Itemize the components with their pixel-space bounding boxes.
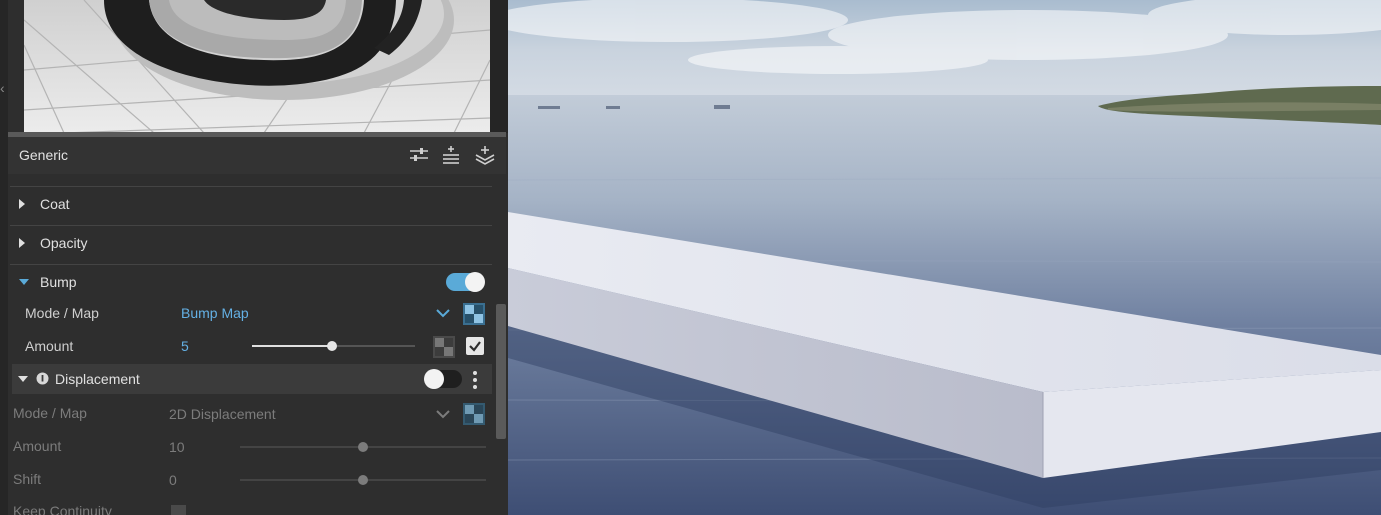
chevron-down-icon[interactable] <box>436 306 450 324</box>
bump-enable-toggle[interactable] <box>446 272 485 292</box>
info-icon[interactable] <box>36 372 49 390</box>
expand-arrow-icon[interactable] <box>19 238 25 248</box>
bump-map-button[interactable] <box>463 303 485 325</box>
section-opacity-label: Opacity <box>40 235 88 251</box>
add-stack-icon[interactable] <box>474 145 496 165</box>
section-bump-label: Bump <box>40 274 77 290</box>
displacement-amount-slider[interactable] <box>240 442 486 452</box>
add-layer-list-icon[interactable] <box>440 145 462 165</box>
slider-handle[interactable] <box>358 442 368 452</box>
keep-continuity-label: Keep Continuity <box>13 503 112 515</box>
render-viewport[interactable] <box>508 0 1381 515</box>
chevron-down-icon[interactable] <box>436 407 450 425</box>
keep-continuity-checkbox[interactable] <box>171 505 186 515</box>
material-name: Generic <box>19 147 69 163</box>
adjust-sliders-icon[interactable] <box>408 145 430 165</box>
displacement-shift-value[interactable]: 0 <box>169 472 177 488</box>
displacement-enable-toggle[interactable] <box>424 369 462 389</box>
section-displacement-label: Displacement <box>55 371 140 387</box>
displacement-map-button[interactable] <box>463 403 485 425</box>
collapse-panel-icon[interactable]: ‹ <box>0 78 8 98</box>
displacement-mode-label: Mode / Map <box>13 405 87 421</box>
more-options-icon[interactable] <box>471 370 479 395</box>
displacement-amount-label: Amount <box>13 438 62 454</box>
slider-handle[interactable] <box>358 475 368 485</box>
displacement-shift-label: Shift <box>13 471 42 487</box>
expand-arrow-icon[interactable] <box>19 199 25 209</box>
section-displacement[interactable]: Displacement <box>12 364 492 394</box>
bump-mode-label: Mode / Map <box>25 305 99 321</box>
bump-amount-slider[interactable] <box>252 341 415 351</box>
displacement-amount-value[interactable]: 10 <box>169 439 185 455</box>
collapse-arrow-icon[interactable] <box>19 279 29 285</box>
displacement-mode-dropdown[interactable]: 2D Displacement <box>169 406 276 422</box>
displacement-shift-slider[interactable] <box>240 475 486 485</box>
bump-texture-button[interactable] <box>433 336 455 358</box>
bump-amount-label: Amount <box>25 338 74 354</box>
bump-use-checkbox[interactable] <box>466 337 484 355</box>
material-editor-panel: ‹ Generic Coat Opacity Bump Mode / Map B… <box>0 0 508 515</box>
bump-amount-value[interactable]: 5 <box>181 338 189 354</box>
collapse-arrow-icon[interactable] <box>18 376 28 382</box>
section-coat[interactable]: Coat <box>10 186 492 224</box>
preview-side-bar <box>490 0 508 133</box>
bump-mode-dropdown[interactable]: Bump Map <box>181 305 249 321</box>
section-coat-label: Coat <box>40 196 70 212</box>
material-preview-image <box>24 0 490 133</box>
section-opacity[interactable]: Opacity <box>10 225 492 263</box>
material-header: Generic <box>8 137 506 174</box>
section-bump[interactable]: Bump <box>10 264 492 302</box>
slider-handle[interactable] <box>327 341 337 351</box>
panel-scrollbar[interactable] <box>496 304 506 439</box>
